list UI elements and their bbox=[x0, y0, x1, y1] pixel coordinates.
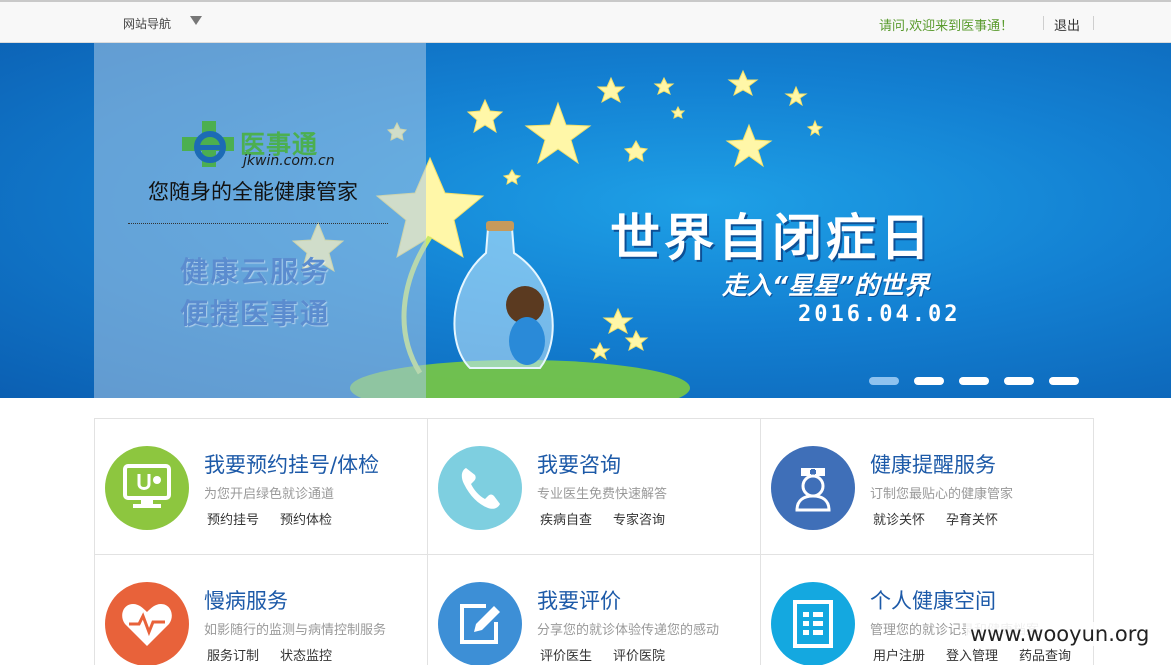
slide-dot[interactable] bbox=[869, 377, 899, 385]
record-list-icon bbox=[771, 582, 855, 665]
edit-icon bbox=[438, 582, 522, 665]
star-icon bbox=[670, 105, 686, 119]
service-link[interactable]: 孕育关怀 bbox=[946, 509, 998, 528]
star-icon bbox=[596, 76, 626, 104]
logo-icon bbox=[182, 121, 234, 167]
star-icon bbox=[653, 76, 675, 95]
logo-url: jkwin.com.cn bbox=[243, 153, 335, 169]
star-icon bbox=[784, 85, 808, 107]
service-card-consult[interactable]: 我要咨询 专业医生免费快速解答 疾病自查 专家咨询 bbox=[428, 419, 761, 555]
service-desc: 分享您的就诊体验传递您的感动 bbox=[537, 623, 720, 638]
service-link[interactable]: 预约体检 bbox=[280, 509, 332, 528]
heart-pulse-icon bbox=[105, 582, 189, 665]
monitor-stethoscope-icon bbox=[105, 446, 189, 530]
phone-icon bbox=[438, 446, 522, 530]
nurse-icon bbox=[771, 446, 855, 530]
service-link[interactable]: 药品查询 bbox=[1019, 645, 1071, 664]
hero-banner[interactable]: 医事通 jkwin.com.cn 您随身的全能健康管家 健康云服务 便捷医事通 … bbox=[0, 43, 1171, 398]
star-icon bbox=[524, 101, 592, 165]
service-link[interactable]: 评价医生 bbox=[540, 645, 592, 664]
banner-tagline: 您随身的全能健康管家 bbox=[148, 180, 358, 204]
slogan-line-2: 便捷医事通 bbox=[180, 297, 331, 330]
dropdown-caret-icon[interactable] bbox=[190, 16, 202, 25]
banner-date: 2016.04.02 bbox=[798, 302, 961, 327]
star-icon bbox=[624, 329, 649, 352]
welcome-text: 请问,欢迎来到医事通！ bbox=[879, 19, 1014, 34]
banner-left-panel bbox=[94, 43, 426, 398]
star-icon bbox=[806, 119, 824, 137]
star-icon bbox=[725, 123, 773, 168]
service-link[interactable]: 登入管理 bbox=[946, 645, 998, 664]
service-title[interactable]: 个人健康空间 bbox=[870, 585, 996, 615]
divider bbox=[1043, 16, 1044, 30]
service-title[interactable]: 我要评价 bbox=[537, 585, 621, 615]
top-bar: 网站导航 请问,欢迎来到医事通！ 退出 bbox=[0, 0, 1171, 43]
service-title[interactable]: 我要预约挂号/体检 bbox=[204, 449, 379, 479]
service-link[interactable]: 就诊关怀 bbox=[873, 509, 925, 528]
service-card-reminder[interactable]: 健康提醒服务 订制您最贴心的健康管家 就诊关怀 孕育关怀 bbox=[761, 419, 1094, 555]
service-link[interactable]: 用户注册 bbox=[873, 645, 925, 664]
dotted-divider bbox=[128, 223, 388, 224]
service-desc: 专业医生免费快速解答 bbox=[537, 487, 668, 502]
star-icon bbox=[589, 341, 611, 361]
service-desc: 为您开启绿色就诊通道 bbox=[204, 487, 335, 502]
watermark: www.wooyun.org bbox=[966, 622, 1154, 646]
slide-dot[interactable] bbox=[914, 377, 944, 385]
logout-link[interactable]: 退出 bbox=[1054, 15, 1080, 34]
services-grid: 我要预约挂号/体检 为您开启绿色就诊通道 预约挂号 预约体检 我要咨询 专业医生… bbox=[94, 418, 1094, 665]
divider bbox=[1093, 16, 1094, 30]
banner-title: 世界自闭症日 bbox=[610, 209, 934, 267]
service-link[interactable]: 专家咨询 bbox=[613, 509, 665, 528]
service-link[interactable]: 疾病自查 bbox=[540, 509, 592, 528]
site-nav-menu[interactable]: 网站导航 bbox=[123, 15, 171, 32]
service-link[interactable]: 预约挂号 bbox=[207, 509, 259, 528]
service-card-appointment[interactable]: 我要预约挂号/体检 为您开启绿色就诊通道 预约挂号 预约体检 bbox=[95, 419, 428, 555]
star-icon bbox=[502, 169, 522, 186]
slide-dot[interactable] bbox=[959, 377, 989, 385]
banner-subtitle: 走入“星星”的世界 bbox=[722, 271, 930, 300]
service-desc: 如影随行的监测与病情控制服务 bbox=[204, 623, 387, 638]
service-card-review[interactable]: 我要评价 分享您的就诊体验传递您的感动 评价医生 评价医院 bbox=[428, 555, 761, 665]
service-title[interactable]: 慢病服务 bbox=[204, 585, 288, 615]
service-card-health-space[interactable]: 个人健康空间 管理您的就诊记录和健康档案 用户注册 登入管理 药品查询 bbox=[761, 555, 1094, 665]
service-desc: 订制您最贴心的健康管家 bbox=[870, 487, 1014, 502]
slogan-line-1: 健康云服务 bbox=[180, 255, 331, 288]
service-link[interactable]: 服务订制 bbox=[207, 645, 259, 664]
star-icon bbox=[466, 98, 504, 134]
service-title[interactable]: 我要咨询 bbox=[537, 449, 621, 479]
slide-dot[interactable] bbox=[1049, 377, 1079, 385]
star-icon bbox=[602, 307, 634, 335]
slide-dot[interactable] bbox=[1004, 377, 1034, 385]
service-link[interactable]: 评价医院 bbox=[613, 645, 665, 664]
service-card-chronic[interactable]: 慢病服务 如影随行的监测与病情控制服务 服务订制 状态监控 bbox=[95, 555, 428, 665]
star-icon bbox=[623, 139, 649, 162]
service-title[interactable]: 健康提醒服务 bbox=[870, 449, 996, 479]
star-icon bbox=[727, 69, 759, 97]
service-link[interactable]: 状态监控 bbox=[280, 645, 332, 664]
